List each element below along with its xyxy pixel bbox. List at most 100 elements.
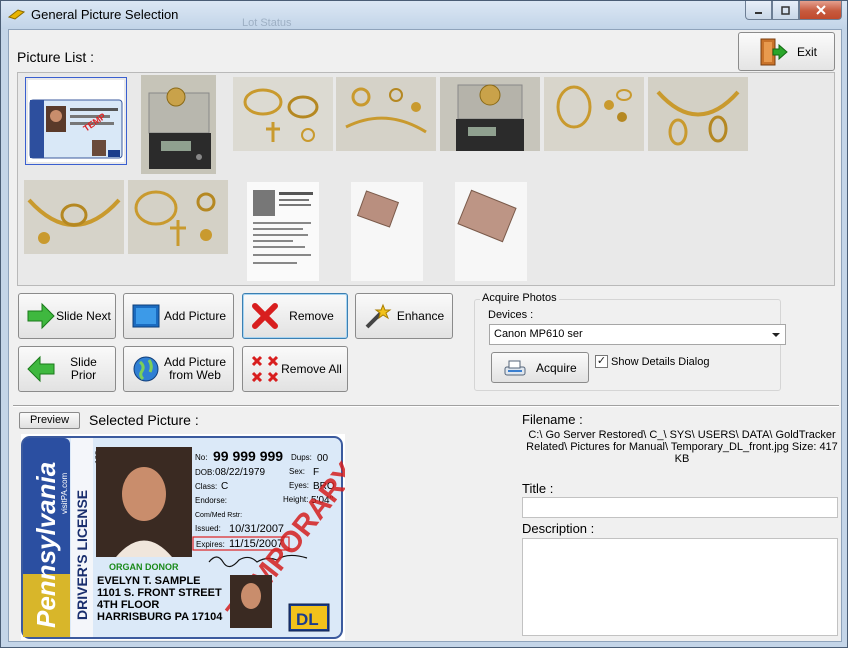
card-dob-value: 08/22/1979 xyxy=(215,467,265,478)
show-details-checkbox[interactable]: ✓ xyxy=(595,355,608,368)
card-issued-label: Issued: xyxy=(195,524,221,533)
background-window-label: Lot Status xyxy=(242,17,292,29)
card-issued-value: 10/31/2007 xyxy=(229,523,284,535)
card-dups-value: 00 xyxy=(317,453,329,464)
thumbnail-jewelry-6[interactable] xyxy=(128,180,228,254)
minimize-icon xyxy=(755,11,762,14)
red-x-icon xyxy=(252,303,278,329)
add-picture-button[interactable]: Add Picture xyxy=(123,293,234,339)
scanner-icon xyxy=(504,360,526,375)
arrow-left-icon xyxy=(27,355,55,383)
thumbnail-id-card[interactable]: TEMP xyxy=(25,77,127,165)
thumbnail-scale[interactable] xyxy=(141,75,216,174)
title-label: Title : xyxy=(522,481,554,496)
show-details-label: Show Details Dialog xyxy=(611,355,710,368)
thumbnail-document[interactable] xyxy=(247,182,319,281)
close-button[interactable] xyxy=(799,1,842,20)
acquire-label: Acquire xyxy=(536,360,577,375)
preview-button[interactable]: Preview xyxy=(19,412,80,429)
thumbnail-jewelry-3[interactable] xyxy=(544,77,644,151)
caption-buttons xyxy=(745,1,842,20)
client-area: Picture List : Exit TEMP Slide Next Add … xyxy=(8,29,842,642)
dropdown-arrow-icon[interactable] xyxy=(772,333,780,337)
id-card-thumbnail-image: TEMP xyxy=(28,80,124,162)
enhance-button[interactable]: Enhance xyxy=(355,293,453,339)
selected-picture-image: Pennsylvania visitPA.com DRIVER'S LICENS… xyxy=(21,434,345,640)
selected-picture-label: Selected Picture : xyxy=(89,412,199,428)
card-address-3: HARRISBURG PA 17104 xyxy=(97,611,223,623)
devices-label: Devices : xyxy=(488,309,534,321)
arrow-right-icon xyxy=(27,302,55,330)
card-site: visitPA.com xyxy=(60,472,69,514)
card-eyes-label: Eyes: xyxy=(289,481,309,490)
thumbnail-jewelry-4[interactable] xyxy=(648,77,748,151)
picture-list-label: Picture List : xyxy=(17,49,95,65)
picture-icon xyxy=(132,304,160,328)
remove-all-button[interactable]: Remove All xyxy=(242,346,348,392)
slide-prior-button[interactable]: Slide Prior xyxy=(18,346,116,392)
card-name: EVELYN T. SAMPLE xyxy=(97,575,201,587)
card-address-1: 1101 S. FRONT STREET xyxy=(97,587,222,599)
filename-label: Filename : xyxy=(522,412,583,427)
add-picture-from-web-line2: from Web xyxy=(169,368,221,382)
filename-value: C:\ Go Server Restored\ C_\ SYS\ USERS\ … xyxy=(526,429,838,465)
acquire-button[interactable]: Acquire xyxy=(491,352,589,383)
magic-wand-icon xyxy=(365,303,392,329)
metal-bar-thumbnail-image xyxy=(455,182,527,281)
exit-label: Exit xyxy=(797,44,818,59)
multiple-red-x-icon xyxy=(251,355,279,383)
exit-button[interactable]: Exit xyxy=(738,32,835,71)
exit-door-icon xyxy=(760,38,788,65)
description-label: Description : xyxy=(522,521,595,536)
add-picture-from-web-button[interactable]: Add Picture from Web xyxy=(123,346,234,392)
slide-next-label: Slide Next xyxy=(56,308,111,323)
app-icon xyxy=(8,9,25,20)
close-icon xyxy=(815,5,826,15)
section-divider xyxy=(13,405,839,407)
card-address-2: 4TH FLOOR xyxy=(97,599,159,611)
svg-text:No:: No: xyxy=(195,453,207,462)
jewelry-thumbnail-image xyxy=(544,77,644,151)
card-no-value: 99 999 999 xyxy=(213,448,283,464)
add-picture-from-web-line1: Add Picture xyxy=(163,355,227,369)
maximize-icon xyxy=(781,5,790,15)
thumbnail-jewelry-5[interactable] xyxy=(24,180,124,254)
thumbnail-metal-bar[interactable] xyxy=(351,182,423,281)
remove-label: Remove xyxy=(289,308,334,323)
card-endorse-label: Endorse: xyxy=(195,496,227,505)
picture-list-panel[interactable]: TEMP xyxy=(17,72,835,286)
thumbnail-jewelry-2[interactable] xyxy=(336,77,436,151)
title-bar: General Picture Selection Lot Status xyxy=(1,1,847,29)
main-window: General Picture Selection Lot Status Pic… xyxy=(0,0,848,648)
enhance-label: Enhance xyxy=(396,308,445,323)
card-class-value: C xyxy=(221,481,228,492)
devices-dropdown[interactable]: Canon MP610 ser xyxy=(489,324,786,345)
jewelry-thumbnail-image xyxy=(128,180,228,254)
remove-all-label: Remove All xyxy=(281,361,342,376)
add-picture-label: Add Picture xyxy=(163,308,227,323)
card-expires-label: Expires: xyxy=(196,540,225,549)
thumbnail-scale-2[interactable] xyxy=(440,77,540,151)
jewelry-thumbnail-image xyxy=(648,77,748,151)
card-restr-label: Com/Med Rstr: xyxy=(195,512,242,519)
thumbnail-jewelry-1[interactable] xyxy=(233,77,333,151)
remove-button[interactable]: Remove xyxy=(242,293,348,339)
scale-thumbnail-image xyxy=(440,77,540,151)
description-input[interactable] xyxy=(522,538,838,636)
globe-icon xyxy=(133,356,159,382)
card-license-type: DRIVER'S LICENSE xyxy=(74,490,90,620)
scale-thumbnail-image xyxy=(141,75,216,174)
card-state: Pennsylvania xyxy=(31,462,61,628)
show-details-checkbox-row[interactable]: ✓ Show Details Dialog xyxy=(595,355,709,368)
add-picture-from-web-label: Add Picture from Web xyxy=(161,356,233,382)
minimize-button[interactable] xyxy=(745,1,772,20)
jewelry-thumbnail-image xyxy=(233,77,333,151)
maximize-button[interactable] xyxy=(772,1,799,20)
metal-bar-thumbnail-image xyxy=(351,182,423,281)
card-dl-badge: DL xyxy=(296,610,319,629)
thumbnail-metal-bar-2[interactable] xyxy=(455,182,527,281)
title-input[interactable] xyxy=(522,497,838,518)
document-thumbnail-image xyxy=(247,182,319,281)
slide-next-button[interactable]: Slide Next xyxy=(18,293,116,339)
card-sex-label: Sex: xyxy=(289,467,305,476)
